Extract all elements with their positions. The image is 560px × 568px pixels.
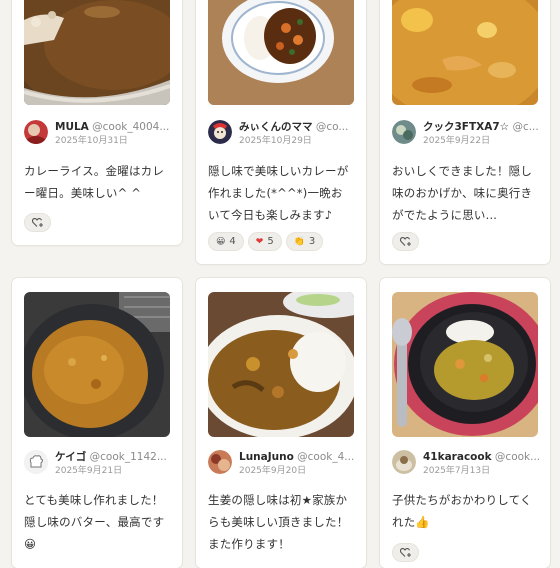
reaction-pill[interactable]: 👏 3 bbox=[285, 232, 324, 251]
post-date: 2025年9月21日 bbox=[55, 466, 123, 476]
cooksnap-photo[interactable] bbox=[208, 292, 354, 437]
heart-emoji-icon: ❤ bbox=[255, 236, 264, 247]
cooksnap-card[interactable]: ケイゴ @cook_1142... 2025年9月21日 とても美味し作れました… bbox=[12, 278, 182, 568]
cooksnap-text: 生姜の隠し味は初★家族からも美味しい頂きました！また作ります！ bbox=[208, 493, 349, 551]
user-avatar[interactable] bbox=[208, 120, 232, 144]
post-date: 2025年9月20日 bbox=[239, 466, 307, 476]
cooksnap-text: カレーライス。金曜はカレー曜日。美味しい^ ^ bbox=[24, 164, 165, 200]
cooksnap-photo[interactable] bbox=[24, 0, 170, 105]
cooksnap-photo[interactable] bbox=[392, 292, 538, 437]
cooksnap-card[interactable]: MULA @cook_4004... 2025年10月31日 カレーライス。金曜… bbox=[12, 0, 182, 245]
user-handle: @cook... bbox=[494, 451, 541, 463]
cooksnap-photo[interactable] bbox=[24, 292, 170, 437]
add-reaction-button[interactable] bbox=[24, 213, 51, 232]
reaction-pill[interactable]: 😀 4 bbox=[208, 232, 244, 251]
user-avatar[interactable] bbox=[24, 450, 48, 474]
add-reaction-button[interactable] bbox=[392, 232, 419, 251]
post-date: 2025年9月22日 bbox=[423, 136, 491, 146]
clap-emoji-icon: 👏 bbox=[293, 236, 305, 247]
user-name[interactable]: 41karacook bbox=[423, 451, 492, 463]
cooksnap-photo[interactable] bbox=[392, 0, 538, 105]
cooksnap-photo[interactable] bbox=[208, 0, 354, 105]
user-handle: @cook_4004... bbox=[92, 121, 170, 133]
smile-emoji-icon: 😀 bbox=[216, 236, 226, 247]
add-reaction-button[interactable] bbox=[392, 543, 419, 562]
reaction-pill[interactable]: ❤ 5 bbox=[247, 232, 282, 251]
cooksnap-card[interactable]: クック3FTXA7☆ @c... 2025年9月22日 おいしくできました！隠し… bbox=[380, 0, 550, 264]
post-date: 2025年10月31日 bbox=[55, 136, 128, 146]
user-handle: @cook_4... bbox=[297, 451, 355, 463]
user-name[interactable]: LunaJuno bbox=[239, 451, 294, 463]
heart-plus-icon bbox=[399, 548, 411, 557]
user-avatar[interactable] bbox=[208, 450, 232, 474]
user-handle: @cook_1142... bbox=[89, 451, 167, 463]
user-handle: @co... bbox=[315, 121, 349, 133]
cooksnap-card[interactable]: みぃくんのママ @co... 2025年10月29日 隠し味で美味しいカレーが作… bbox=[196, 0, 366, 264]
user-name[interactable]: クック3FTXA7☆ bbox=[423, 121, 509, 133]
user-handle: @c... bbox=[512, 121, 539, 133]
user-avatar[interactable] bbox=[392, 450, 416, 474]
cooksnap-text: 子供たちがおかわりしてくれた👍 bbox=[392, 493, 532, 529]
cooksnap-card[interactable]: 41karacook @cook... 2025年7月13日 子供たちがおかわり… bbox=[380, 278, 550, 568]
user-name[interactable]: ケイゴ bbox=[55, 451, 86, 463]
cooksnap-card[interactable]: LunaJuno @cook_4... 2025年9月20日 生姜の隠し味は初★… bbox=[196, 278, 366, 568]
heart-plus-icon bbox=[399, 237, 411, 246]
post-date: 2025年7月13日 bbox=[423, 466, 491, 476]
cooksnap-text: 隠し味で美味しいカレーが作れました(*^^*)一晩おいて今日も楽しみます♪ bbox=[208, 164, 349, 222]
cooksnap-text: おいしくできました！隠し味のおかげか、味に奥行きがでたように思い... bbox=[392, 164, 533, 222]
cooksnap-text: とても美味し作れました！ 隠し味のバター、最高です😀 bbox=[24, 493, 165, 551]
post-date: 2025年10月29日 bbox=[239, 136, 312, 146]
user-name[interactable]: みぃくんのママ bbox=[239, 121, 313, 133]
heart-plus-icon bbox=[31, 218, 43, 227]
user-avatar[interactable] bbox=[24, 120, 48, 144]
user-avatar[interactable] bbox=[392, 120, 416, 144]
user-name[interactable]: MULA bbox=[55, 121, 89, 133]
